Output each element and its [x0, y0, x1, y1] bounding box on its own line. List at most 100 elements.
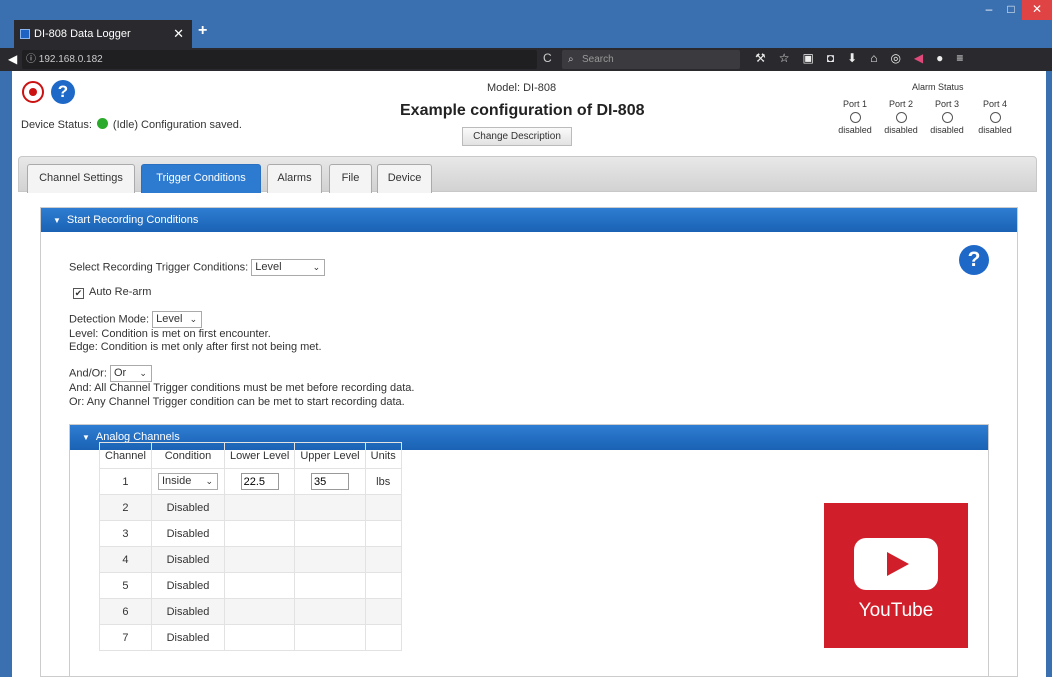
column-header: Channel [99, 442, 152, 469]
help-icon[interactable]: ? [959, 245, 989, 275]
lower-level-cell [223, 598, 296, 625]
port-name: Port 1 [842, 99, 867, 109]
table-row: 6 Disabled [99, 598, 402, 625]
reload-icon[interactable]: C [543, 51, 552, 65]
home-icon[interactable]: ⌂ [870, 51, 877, 65]
port-status-icon [849, 112, 861, 123]
start-recording-header[interactable]: ▼ Start Recording Conditions [41, 208, 1017, 232]
panel-title: Start Recording Conditions [66, 214, 199, 226]
main-tabs: Channel Settings Trigger Conditions Alar… [18, 156, 1037, 193]
star-icon[interactable]: ☆ [779, 51, 790, 65]
browser-tab[interactable]: DI-808 Data Logger ✕ [14, 20, 192, 48]
model-label: Model: DI-808 [487, 82, 557, 94]
column-header: Condition [150, 442, 225, 469]
port-state: disabled [838, 125, 872, 135]
lower-level-input[interactable] [240, 473, 279, 490]
browser-navbar: ◀ ⓘ 192.168.0.182 C ⌕ Search ⚒ ☆ ▣ ◘ ⬇ ⌂… [0, 48, 1052, 71]
units-cell [364, 546, 402, 573]
table-row: 2 Disabled [99, 494, 402, 521]
condition-cell: Inside ⌄ [150, 468, 225, 495]
andor-select[interactable]: Or ⌄ [109, 365, 152, 382]
channel-number: 6 [99, 598, 152, 625]
tab-trigger-conditions[interactable]: Trigger Conditions [141, 164, 261, 193]
account-icon[interactable]: ● [936, 51, 943, 65]
alarm-port-3: Port 3 disabled [924, 99, 970, 135]
status-indicator-icon [96, 118, 108, 129]
condition-select[interactable]: Inside ⌄ [157, 473, 218, 490]
minimize-button[interactable]: – [978, 0, 1000, 20]
help-icon[interactable]: ? [51, 80, 75, 104]
andor-label: And/Or: [69, 367, 107, 380]
detection-mode-label: Detection Mode: [69, 313, 150, 326]
menu-icon[interactable]: ≡ [956, 51, 963, 65]
condition-cell: Disabled [150, 624, 225, 651]
extension-icon[interactable]: ◎ [890, 51, 900, 65]
port-state: disabled [930, 125, 964, 135]
url-text: 192.168.0.182 [38, 54, 103, 65]
close-window-button[interactable]: ✕ [1022, 0, 1052, 20]
collapse-caret-icon: ▼ [82, 433, 90, 442]
trigger-select[interactable]: Level ⌄ [251, 259, 326, 276]
condition-cell: Disabled [150, 494, 225, 521]
pin-icon[interactable]: ◀ [914, 51, 923, 65]
or-description: Or: Any Channel Trigger condition can be… [69, 396, 405, 408]
lower-level-cell [223, 494, 296, 521]
table-row: 4 Disabled [99, 546, 402, 573]
maximize-button[interactable]: □ [1000, 0, 1022, 20]
device-status-text: (Idle) Configuration saved. [112, 119, 242, 131]
port-name: Port 2 [888, 99, 913, 109]
table-row: 3 Disabled [99, 520, 402, 547]
condition-cell: Disabled [150, 572, 225, 599]
tab-alarms[interactable]: Alarms [267, 164, 322, 193]
back-arrow-icon[interactable]: ◀ [8, 52, 17, 66]
collapse-caret-icon: ▼ [53, 216, 61, 225]
condition-value: Inside [161, 475, 192, 487]
upper-level-input[interactable] [310, 473, 349, 490]
alarm-port-2: Port 2 disabled [878, 99, 924, 135]
alarm-port-4: Port 4 disabled [972, 99, 1018, 135]
chevron-down-icon: ⌄ [205, 476, 213, 486]
download-icon[interactable]: ⬇ [847, 51, 857, 65]
units-cell [364, 598, 402, 625]
lower-level-cell [223, 624, 296, 651]
table-row: 5 Disabled [99, 572, 402, 599]
units-cell [364, 572, 402, 599]
url-bar[interactable]: ⓘ 192.168.0.182 [22, 50, 537, 69]
channel-number: 4 [99, 546, 152, 573]
detection-mode-select[interactable]: Level ⌄ [152, 311, 203, 328]
record-icon[interactable] [22, 81, 44, 103]
clipboard-icon[interactable]: ▣ [803, 51, 814, 65]
port-state: disabled [884, 125, 918, 135]
port-name: Port 3 [934, 99, 959, 109]
upper-level-cell [294, 598, 366, 625]
search-icon: ⌕ [568, 54, 574, 65]
youtube-play-icon [854, 538, 938, 590]
change-description-button[interactable]: Change Description [462, 127, 572, 146]
pocket-icon[interactable]: ◘ [827, 51, 834, 65]
chevron-down-icon: ⌄ [189, 314, 198, 324]
trigger-select-label: Select Recording Trigger Conditions: [69, 261, 249, 274]
units-cell [364, 520, 402, 547]
lower-level-cell [223, 468, 296, 495]
site-info-icon[interactable]: ⓘ [26, 54, 36, 65]
units-cell [364, 494, 402, 521]
lower-level-cell [223, 520, 296, 547]
auto-rearm-checkbox[interactable]: ✔ [73, 288, 84, 299]
tab-channel-settings[interactable]: Channel Settings [27, 164, 135, 193]
new-tab-button[interactable]: + [198, 22, 207, 40]
units-cell: lbs [364, 468, 402, 495]
tab-device[interactable]: Device [377, 164, 432, 193]
condition-cell: Disabled [150, 598, 225, 625]
tab-close-icon[interactable]: ✕ [173, 20, 184, 48]
edge-description: Edge: Condition is met only after first … [69, 341, 322, 353]
search-input[interactable]: ⌕ Search [562, 50, 740, 69]
wrench-icon[interactable]: ⚒ [755, 51, 766, 65]
port-status-icon [989, 112, 1001, 123]
upper-level-cell [294, 624, 366, 651]
detection-mode-row: Detection Mode: Level ⌄ [69, 311, 203, 328]
tab-file[interactable]: File [329, 164, 372, 193]
youtube-badge[interactable]: YouTube [824, 503, 968, 648]
page-title: Example configuration of DI-808 [400, 102, 645, 119]
channel-number: 7 [99, 624, 152, 651]
device-status-label: Device Status: [21, 119, 92, 131]
